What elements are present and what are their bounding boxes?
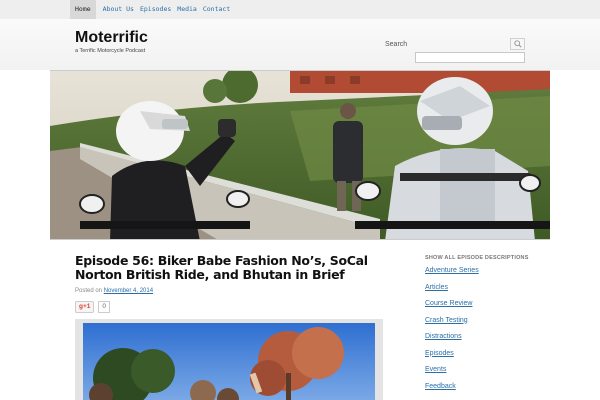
gplus-widget: g+1 0 [75,300,111,313]
site-header: Moterrific a Terrific Motorcycle Podcast… [0,19,600,70]
nav-item-home[interactable]: Home [70,0,96,19]
sidebar-link-episodes[interactable]: Episodes [425,350,479,367]
sidebar-link-events[interactable]: Events [425,366,479,383]
sidebar-heading: SHOW ALL EPISODE DESCRIPTIONS [425,255,529,261]
search-input[interactable] [415,52,525,63]
sidebar-link-adventure-series[interactable]: Adventure Series [425,267,479,284]
gplus-button[interactable]: g+1 [75,300,95,313]
search-icon [513,40,522,48]
sidebar-link-feedback[interactable]: Feedback [425,383,479,400]
sidebar-link-crash-testing[interactable]: Crash Testing [425,317,479,334]
sidebar-category-list: Adventure Series Articles Course Review … [425,267,479,399]
search-button[interactable] [510,38,525,50]
top-navigation: Home About Us Episodes Media Contact [70,0,233,19]
nav-item-episodes[interactable]: Episodes [137,0,174,19]
post-image-frame [75,319,383,400]
search-label: Search [385,41,408,48]
post-title-line-2[interactable]: Norton British Ride, and Bhutan in Brief [75,268,375,282]
post-title[interactable]: Episode 56: Biker Babe Fashion No’s, SoC… [75,254,375,282]
sidebar-link-articles[interactable]: Articles [425,284,479,301]
nav-item-contact[interactable]: Contact [200,0,233,19]
post-date-link[interactable]: November 4, 2014 [104,288,153,294]
gplus-count: 0 [98,300,111,313]
motorcycle-riders-photo [50,71,550,239]
post-title-line-1[interactable]: Episode 56: Biker Babe Fashion No’s, SoC… [75,254,375,268]
sidebar-link-course-review[interactable]: Course Review [425,300,479,317]
top-navigation-bar: Home About Us Episodes Media Contact [0,0,600,19]
header-banner-photo [50,70,550,240]
nav-item-media[interactable]: Media [174,0,200,19]
post-photo [83,323,375,400]
sidebar-link-distractions[interactable]: Distractions [425,333,479,350]
site-title[interactable]: Moterrific [75,29,148,47]
post-meta: Posted on November 4, 2014 [75,288,153,294]
posted-on-label: Posted on [75,288,103,294]
site-tagline: a Terrific Motorcycle Podcast [75,48,146,54]
nav-item-about-us[interactable]: About Us [100,0,137,19]
